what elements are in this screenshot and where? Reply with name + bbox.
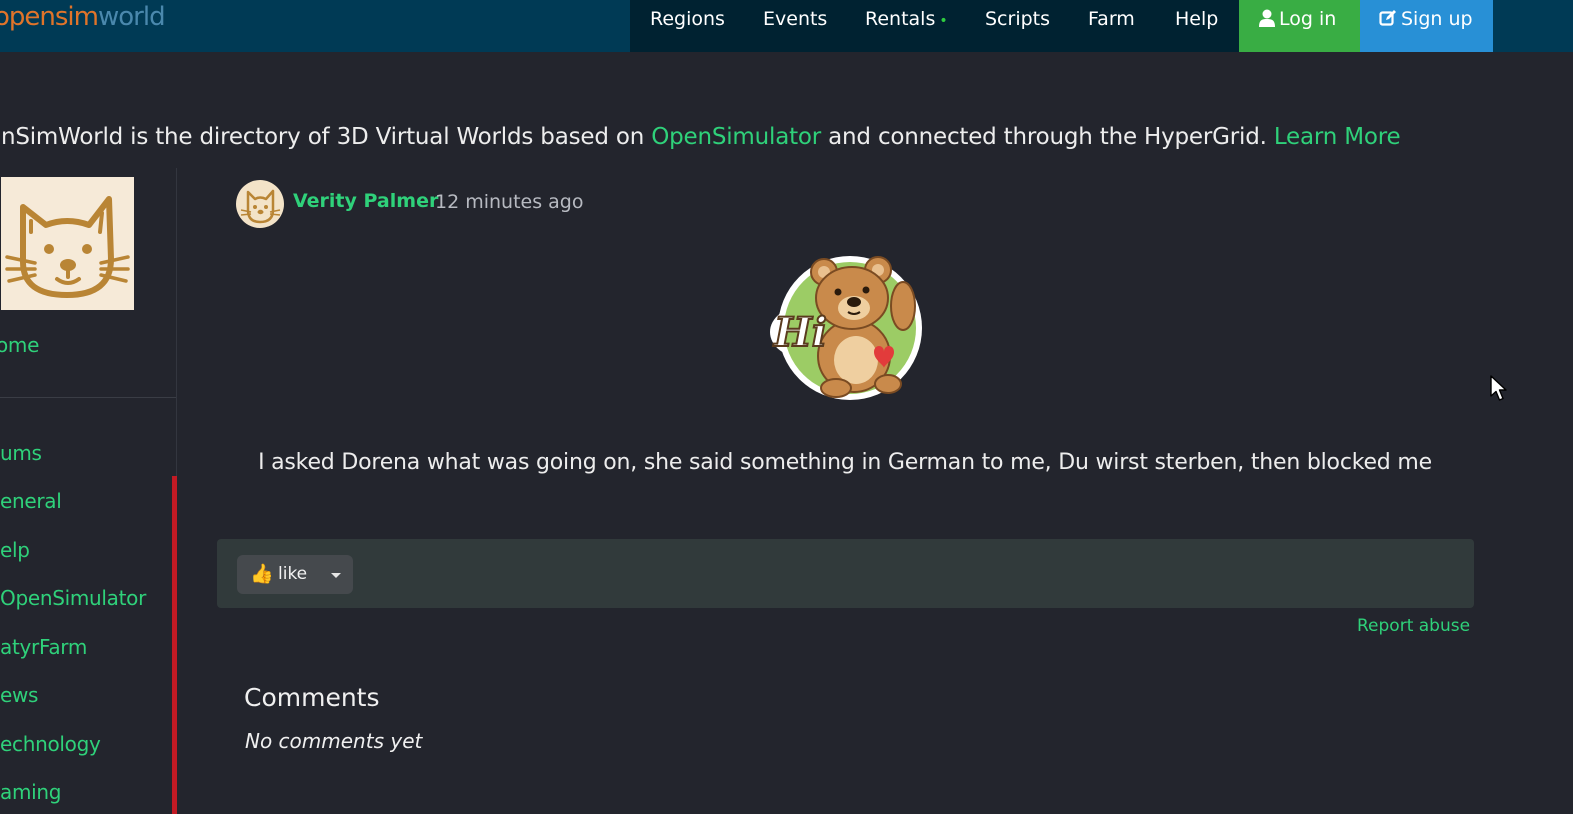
learn-more-link[interactable]: Learn More bbox=[1274, 124, 1401, 150]
post-body-text: I asked Dorena what was going on, she sa… bbox=[258, 450, 1432, 475]
nav-rentals[interactable]: Rentals • bbox=[865, 0, 948, 38]
author-avatar[interactable] bbox=[236, 180, 284, 228]
sidebar-item-help[interactable]: elp bbox=[0, 538, 30, 562]
opensimulator-link[interactable]: OpenSimulator bbox=[651, 124, 821, 150]
nav-help[interactable]: Help bbox=[1175, 0, 1218, 38]
comments-heading: Comments bbox=[244, 683, 380, 712]
sidebar-item-satyrfarm[interactable]: atyrFarm bbox=[0, 635, 87, 659]
sidebar-home-link[interactable]: ome bbox=[0, 333, 39, 357]
sidebar-divider bbox=[0, 397, 176, 398]
login-label: Log in bbox=[1279, 8, 1337, 30]
thumbs-up-icon: 👍 bbox=[250, 563, 274, 585]
mouse-cursor-icon bbox=[1490, 375, 1508, 407]
group-avatar[interactable] bbox=[1, 177, 134, 310]
login-button[interactable]: Log in bbox=[1239, 0, 1360, 52]
top-navbar: opensimworld Regions Events Rentals • Scr… bbox=[0, 0, 1573, 52]
like-button[interactable]: 👍 like bbox=[237, 555, 353, 594]
site-logo[interactable]: opensimworld bbox=[0, 0, 166, 34]
post-timestamp: 12 minutes ago bbox=[435, 191, 584, 213]
nav-events[interactable]: Events bbox=[763, 0, 827, 38]
sidebar-item-technology[interactable]: echnology bbox=[0, 732, 101, 756]
nav-farm[interactable]: Farm bbox=[1088, 0, 1135, 38]
no-comments-text: No comments yet bbox=[245, 729, 423, 753]
sidebar-active-indicator bbox=[172, 476, 177, 814]
hi-bear-sticker: Hi bbox=[768, 244, 924, 402]
edit-icon bbox=[1379, 10, 1396, 26]
rentals-online-dot: • bbox=[939, 13, 948, 29]
nav-scripts[interactable]: Scripts bbox=[985, 0, 1050, 38]
sidebar-item-general[interactable]: eneral bbox=[0, 489, 62, 513]
cat-avatar-icon bbox=[240, 189, 281, 224]
logo-text-world: world bbox=[97, 2, 166, 32]
user-icon bbox=[1259, 9, 1275, 27]
sidebar-item-gaming[interactable]: aming bbox=[0, 780, 61, 804]
post-author-link[interactable]: Verity Palmer bbox=[293, 190, 438, 212]
bear-sticker-image: Hi bbox=[770, 256, 922, 400]
signup-button[interactable]: Sign up bbox=[1360, 0, 1493, 52]
like-label: like bbox=[278, 564, 308, 584]
sidebar-item-opensimulator[interactable]: OpenSimulator bbox=[0, 586, 146, 610]
sidebar-item-news[interactable]: ews bbox=[0, 683, 38, 707]
sticker-hi-text: Hi bbox=[773, 309, 827, 356]
report-abuse-link[interactable]: Report abuse bbox=[1357, 616, 1470, 636]
nav-regions[interactable]: Regions bbox=[650, 0, 725, 38]
signup-label: Sign up bbox=[1401, 8, 1473, 30]
reaction-bar bbox=[217, 539, 1474, 608]
site-tagline: enSimWorld is the directory of 3D Virtua… bbox=[0, 124, 1401, 150]
sidebar-item-forums[interactable]: ums bbox=[0, 441, 42, 465]
tagline-text-2: and connected through the HyperGrid. bbox=[821, 124, 1274, 150]
cat-logo-icon bbox=[5, 196, 130, 298]
tagline-text-1: enSimWorld is the directory of 3D Virtua… bbox=[0, 124, 652, 150]
logo-text-opensim: opensim bbox=[0, 2, 99, 32]
caret-down-icon[interactable] bbox=[331, 573, 341, 578]
main-nav: Regions Events Rentals • Scripts Farm Hel… bbox=[630, 0, 1239, 52]
nav-rentals-label: Rentals bbox=[865, 8, 936, 30]
